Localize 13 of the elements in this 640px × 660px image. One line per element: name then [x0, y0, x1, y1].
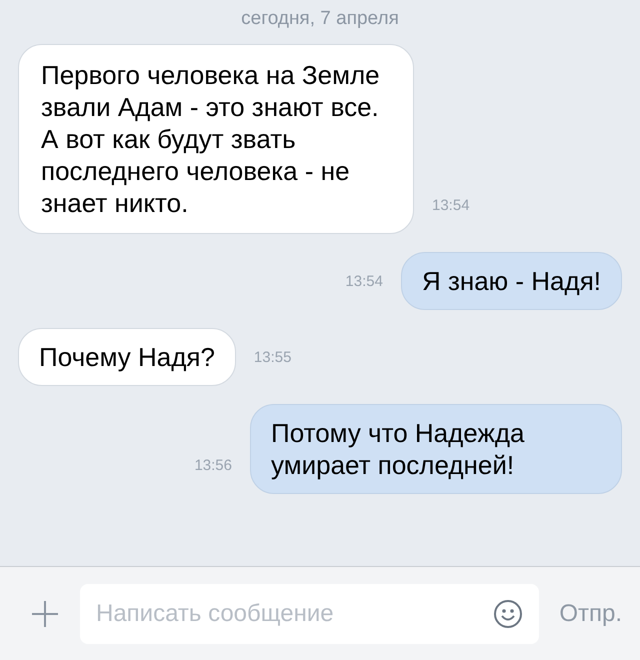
plus-icon[interactable]	[30, 598, 60, 628]
message-bubble: Я знаю - Надя!	[400, 252, 622, 310]
date-header: сегодня, 7 апреля	[240, 8, 400, 30]
message-time: 13:54	[432, 197, 470, 216]
message-bubble: Первого человека на Земле звали Адам - это знают все. А вот как будут звать последнего человека - не знает никто.	[18, 44, 414, 234]
smiley-icon[interactable]	[493, 598, 524, 628]
message-time: 13:56	[194, 457, 232, 476]
message-time: 13:54	[345, 273, 383, 292]
send-button[interactable]: Отпр.	[559, 600, 622, 628]
message-bubble: Почему Надя?	[18, 328, 236, 386]
message-bubble: Потому что Надежда умирает последней!	[250, 404, 622, 494]
message-time: 13:55	[254, 349, 292, 368]
message-input[interactable]: Написать сообщение	[80, 584, 540, 644]
